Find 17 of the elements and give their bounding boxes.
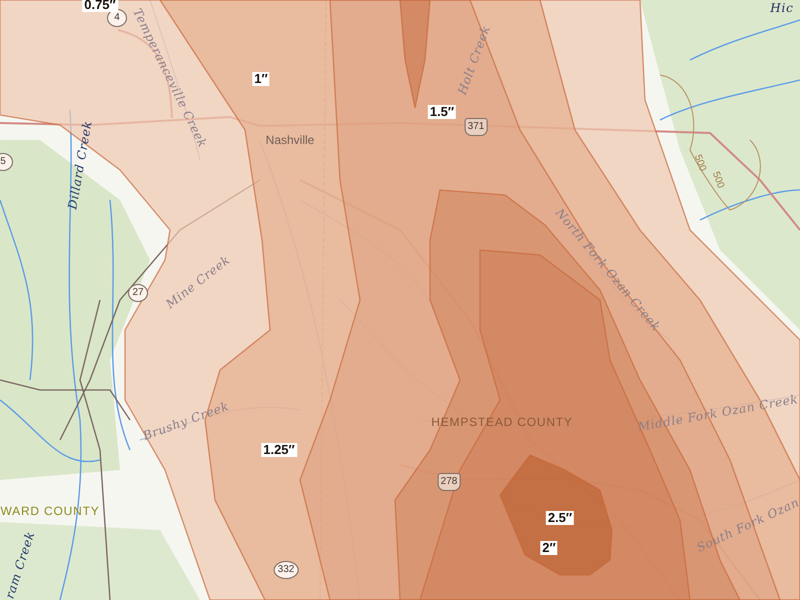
rainfall-amount-label: 1.5″ [428, 105, 456, 119]
place-name: HEMPSTEAD COUNTY [431, 415, 573, 429]
rainfall-amount-label: 0.75″ [82, 0, 118, 12]
stream-name: Holt Creek [455, 24, 493, 96]
rainfall-amount-label: 1″ [252, 72, 270, 86]
rainfall-amount-label: 2″ [540, 541, 558, 555]
elevation-label: 500 [692, 153, 708, 173]
rainfall-amount-label: 1.25″ [261, 443, 297, 457]
stream-name: Dillard Creek [65, 120, 95, 210]
rainfall-amount-label: 2.5″ [546, 511, 574, 525]
stream-name: Middle Fork Ozan Creek [636, 392, 800, 434]
elevation-label: 500 [710, 170, 726, 190]
route-shield: 278 [438, 473, 460, 491]
route-shield: 371 [464, 118, 488, 136]
place-name: Nashville [266, 133, 314, 147]
place-name: Hic [770, 1, 794, 15]
stream-name: ram Creek [2, 530, 38, 600]
